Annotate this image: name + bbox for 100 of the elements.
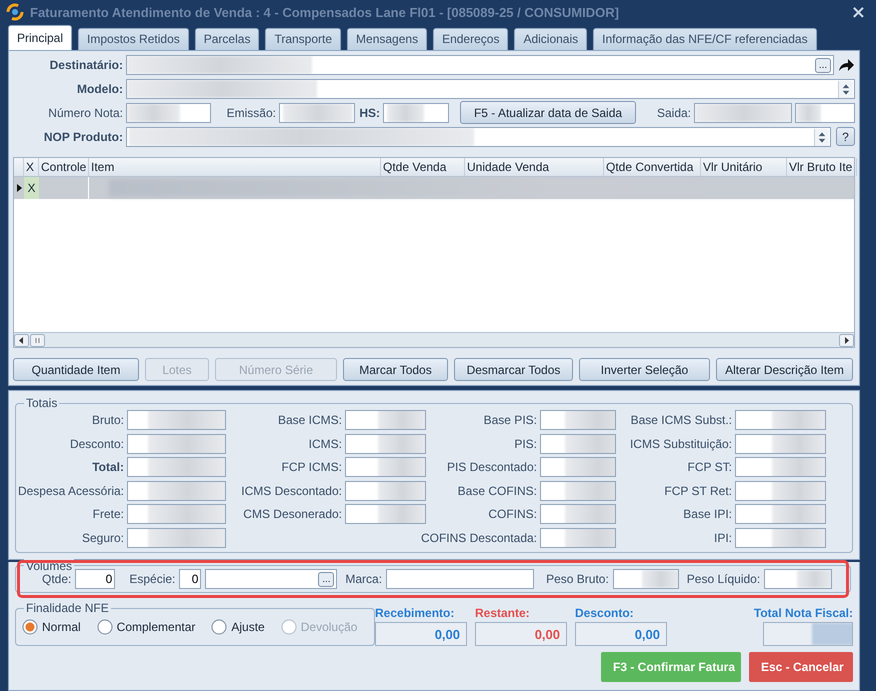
column-header[interactable]: Unidade Venda [465,158,604,176]
tab[interactable]: Endereços [433,28,508,50]
field-label: Saida: [656,106,691,120]
input-field[interactable] [127,410,226,430]
input-field[interactable] [345,457,426,478]
input-field[interactable] [345,434,426,454]
summary-value: 0,00 [375,622,467,646]
lookup-field[interactable]: ... [205,569,338,589]
input-field[interactable] [764,569,832,589]
input-field[interactable] [127,504,226,524]
input-field[interactable] [735,457,826,478]
lookup-button[interactable]: ... [318,572,334,587]
field-label: Base IPI: [683,507,732,522]
lookup-field[interactable]: ... [126,54,834,75]
app-logo-icon [6,3,24,22]
input-field[interactable] [127,434,226,454]
field-label: ICMS Substituição: [630,436,732,451]
input-field[interactable] [127,457,226,478]
input-field[interactable] [386,569,534,589]
field-label: Bruto: [92,413,124,428]
field-label: FCP ICMS: [282,460,342,474]
input-field[interactable] [383,102,449,123]
item-action-button[interactable]: Inverter Seleção [579,358,710,381]
tab[interactable]: Adicionais [514,28,588,50]
column-header[interactable]: Item [89,158,381,176]
update-date-button[interactable]: F5 - Atualizar data de Saida [460,101,636,124]
field-label: Qtde: [42,572,72,586]
select-field[interactable] [126,78,855,99]
field-label: NOP Produto: [42,130,123,144]
lookup-button[interactable]: ... [815,58,831,73]
input-field[interactable] [345,410,426,430]
scroll-thumb-icon[interactable] [30,334,45,346]
column-header[interactable]: Qtde Convertida [604,158,701,176]
radio-option[interactable]: Ajuste [211,619,265,635]
field-label: COFINS Descontada: [420,530,537,545]
column-header[interactable]: Controle [39,158,89,176]
field-label: Número Nota: [47,106,123,120]
item-action-button[interactable]: Marcar Todos [343,358,448,381]
field-label: IPI: [714,530,732,545]
field-label: Total: [92,460,124,474]
table-row[interactable]: X [14,176,854,199]
radio-icon [280,619,297,635]
field-label: Base ICMS: [278,413,342,428]
input-field[interactable] [735,528,826,548]
item-action-button[interactable]: Desmarcar Todos [454,358,573,381]
field-label: ICMS Descontado: [241,484,342,498]
tab[interactable]: Principal [8,24,72,50]
input-field[interactable] [540,410,616,430]
input-field[interactable] [540,457,616,478]
input-field[interactable] [540,504,616,524]
scroll-left-icon[interactable] [14,334,29,346]
input-field[interactable]: 0 [75,569,116,589]
input-field[interactable] [735,504,826,524]
input-field[interactable] [345,504,426,524]
item-action-button[interactable]: Quantidade Item [13,358,139,381]
input-field[interactable]: 0 [179,569,202,589]
column-header[interactable]: Qtde Venda [381,158,465,176]
help-button[interactable]: ? [836,127,855,146]
field-label: CMS Desonerado: [243,507,342,522]
column-header[interactable]: Vlr Bruto Ite [787,158,857,176]
group-title: Totais [24,396,60,410]
input-field[interactable] [126,102,211,123]
tab[interactable]: Parcelas [194,28,260,50]
radio-option[interactable]: Complementar [96,619,196,635]
column-header[interactable]: X [24,158,39,176]
input-field[interactable] [735,480,826,501]
input-field[interactable] [694,102,792,123]
select-field[interactable] [126,126,831,147]
input-field[interactable] [127,480,226,501]
tab[interactable]: Transporte [265,28,342,50]
input-field[interactable] [127,528,226,548]
input-field[interactable] [735,434,826,454]
close-button[interactable]: × [846,2,870,23]
field-label: Destinatário: [48,58,123,72]
spinner-icon[interactable] [814,128,829,146]
input-field[interactable] [540,434,616,454]
spinner-icon[interactable] [838,80,853,98]
radio-option[interactable]: Normal [22,619,81,635]
radio-icon [211,619,228,635]
field-label: FCP ST: [688,460,732,474]
input-field[interactable] [540,528,616,548]
tab[interactable]: Mensagens [347,28,428,50]
field-label: ICMS: [308,436,342,451]
summary-label: Restante: [475,606,531,620]
cancel-button[interactable]: Esc - Cancelar [749,652,853,682]
window-title: Faturamento Atendimento de Venda : 4 - Compensados Lane Fl01 - [085089-25 / CONSUMIDOR] [30,4,620,20]
tab[interactable]: Informação das NFE/CF referenciadas [593,28,817,50]
input-field[interactable] [735,410,826,430]
input-field[interactable] [612,569,679,589]
input-field[interactable] [540,480,616,501]
input-field[interactable] [345,480,426,501]
input-field[interactable] [279,102,355,123]
row-pointer-icon [16,184,22,192]
column-header[interactable]: Vlr Unitário [701,158,787,176]
tab[interactable]: Impostos Retidos [78,28,189,50]
scroll-right-icon[interactable] [839,334,854,346]
field-label: PIS: [514,436,537,451]
input-field[interactable] [795,102,855,123]
item-action-button[interactable]: Alterar Descrição Item [716,358,853,381]
share-arrow-icon[interactable] [837,56,855,73]
